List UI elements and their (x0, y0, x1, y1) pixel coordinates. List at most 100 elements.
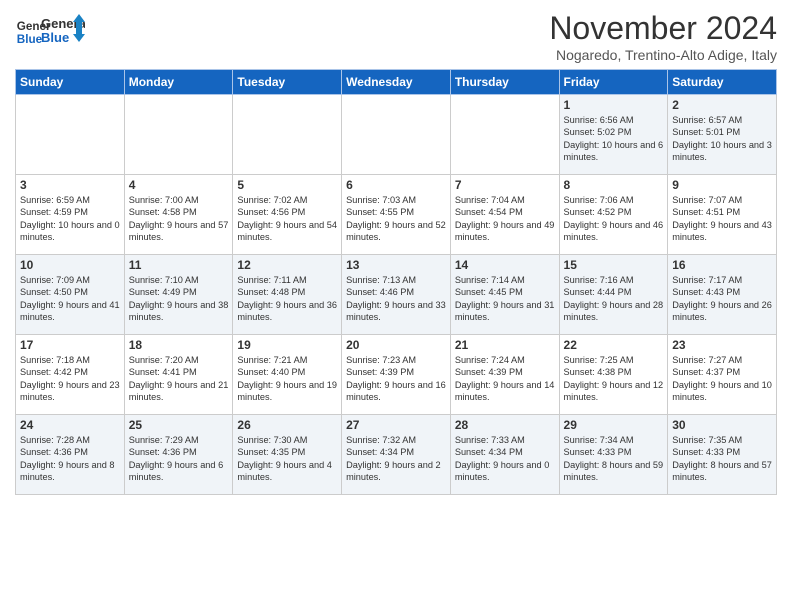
calendar-cell-0-0 (16, 95, 125, 175)
header-saturday: Saturday (668, 70, 777, 95)
logo-graphic: General Blue (41, 10, 85, 54)
day-info: Sunrise: 7:27 AMSunset: 4:37 PMDaylight:… (672, 354, 772, 404)
day-number: 16 (672, 258, 772, 272)
day-info: Sunrise: 7:07 AMSunset: 4:51 PMDaylight:… (672, 194, 772, 244)
day-info: Sunrise: 7:02 AMSunset: 4:56 PMDaylight:… (237, 194, 337, 244)
day-number: 26 (237, 418, 337, 432)
calendar-cell-0-4 (450, 95, 559, 175)
day-info: Sunrise: 7:10 AMSunset: 4:49 PMDaylight:… (129, 274, 229, 324)
header-sunday: Sunday (16, 70, 125, 95)
calendar-header-row: Sunday Monday Tuesday Wednesday Thursday… (16, 70, 777, 95)
calendar-cell-0-2 (233, 95, 342, 175)
calendar-cell-1-3: 6 Sunrise: 7:03 AMSunset: 4:55 PMDaylight… (342, 175, 451, 255)
day-info: Sunrise: 7:03 AMSunset: 4:55 PMDaylight:… (346, 194, 446, 244)
calendar-cell-1-6: 9 Sunrise: 7:07 AMSunset: 4:51 PMDaylight… (668, 175, 777, 255)
day-number: 12 (237, 258, 337, 272)
calendar-cell-3-2: 19 Sunrise: 7:21 AMSunset: 4:40 PMDayligh… (233, 335, 342, 415)
calendar-body: 1 Sunrise: 6:56 AMSunset: 5:02 PMDaylight… (16, 95, 777, 495)
header-monday: Monday (124, 70, 233, 95)
calendar-cell-2-6: 16 Sunrise: 7:17 AMSunset: 4:43 PMDayligh… (668, 255, 777, 335)
day-info: Sunrise: 7:06 AMSunset: 4:52 PMDaylight:… (564, 194, 664, 244)
day-info: Sunrise: 7:14 AMSunset: 4:45 PMDaylight:… (455, 274, 555, 324)
day-info: Sunrise: 7:32 AMSunset: 4:34 PMDaylight:… (346, 434, 446, 484)
day-info: Sunrise: 7:35 AMSunset: 4:33 PMDaylight:… (672, 434, 772, 484)
calendar-cell-4-0: 24Sunrise: 7:28 AMSunset: 4:36 PMDayligh… (16, 415, 125, 495)
day-number: 30 (672, 418, 772, 432)
header-thursday: Thursday (450, 70, 559, 95)
header: General Blue General Blue November 2024 … (15, 10, 777, 63)
month-title: November 2024 (549, 10, 777, 47)
header-friday: Friday (559, 70, 668, 95)
day-number: 19 (237, 338, 337, 352)
day-number: 23 (672, 338, 772, 352)
calendar-cell-2-4: 14Sunrise: 7:14 AMSunset: 4:45 PMDayligh… (450, 255, 559, 335)
calendar-table: Sunday Monday Tuesday Wednesday Thursday… (15, 69, 777, 495)
calendar-cell-2-3: 13Sunrise: 7:13 AMSunset: 4:46 PMDayligh… (342, 255, 451, 335)
day-number: 5 (237, 178, 337, 192)
day-number: 4 (129, 178, 229, 192)
calendar-cell-4-4: 28Sunrise: 7:33 AMSunset: 4:34 PMDayligh… (450, 415, 559, 495)
calendar-week-2: 10Sunrise: 7:09 AMSunset: 4:50 PMDayligh… (16, 255, 777, 335)
day-info: Sunrise: 6:59 AMSunset: 4:59 PMDaylight:… (20, 194, 120, 244)
day-info: Sunrise: 7:24 AMSunset: 4:39 PMDaylight:… (455, 354, 555, 404)
day-number: 21 (455, 338, 555, 352)
calendar-week-0: 1 Sunrise: 6:56 AMSunset: 5:02 PMDaylight… (16, 95, 777, 175)
day-number: 20 (346, 338, 446, 352)
day-info: Sunrise: 7:04 AMSunset: 4:54 PMDaylight:… (455, 194, 555, 244)
day-number: 6 (346, 178, 446, 192)
calendar-cell-1-2: 5 Sunrise: 7:02 AMSunset: 4:56 PMDaylight… (233, 175, 342, 255)
calendar-cell-2-1: 11Sunrise: 7:10 AMSunset: 4:49 PMDayligh… (124, 255, 233, 335)
day-number: 29 (564, 418, 664, 432)
day-info: Sunrise: 7:30 AMSunset: 4:35 PMDaylight:… (237, 434, 337, 484)
calendar-cell-0-3 (342, 95, 451, 175)
calendar-cell-1-5: 8 Sunrise: 7:06 AMSunset: 4:52 PMDaylight… (559, 175, 668, 255)
day-number: 7 (455, 178, 555, 192)
day-info: Sunrise: 7:00 AMSunset: 4:58 PMDaylight:… (129, 194, 229, 244)
day-info: Sunrise: 7:25 AMSunset: 4:38 PMDaylight:… (564, 354, 664, 404)
calendar-cell-4-2: 26 Sunrise: 7:30 AMSunset: 4:35 PMDayligh… (233, 415, 342, 495)
day-number: 10 (20, 258, 120, 272)
day-number: 17 (20, 338, 120, 352)
calendar-week-4: 24Sunrise: 7:28 AMSunset: 4:36 PMDayligh… (16, 415, 777, 495)
day-info: Sunrise: 7:21 AMSunset: 4:40 PMDaylight:… (237, 354, 337, 404)
day-info: Sunrise: 7:17 AMSunset: 4:43 PMDaylight:… (672, 274, 772, 324)
day-number: 22 (564, 338, 664, 352)
calendar-cell-4-1: 25 Sunrise: 7:29 AMSunset: 4:36 PMDayligh… (124, 415, 233, 495)
header-wednesday: Wednesday (342, 70, 451, 95)
day-info: Sunrise: 7:18 AMSunset: 4:42 PMDaylight:… (20, 354, 120, 404)
day-number: 3 (20, 178, 120, 192)
calendar-cell-3-4: 21 Sunrise: 7:24 AMSunset: 4:39 PMDayligh… (450, 335, 559, 415)
calendar-cell-3-3: 20Sunrise: 7:23 AMSunset: 4:39 PMDayligh… (342, 335, 451, 415)
calendar-cell-2-5: 15Sunrise: 7:16 AMSunset: 4:44 PMDayligh… (559, 255, 668, 335)
calendar-cell-3-1: 18Sunrise: 7:20 AMSunset: 4:41 PMDayligh… (124, 335, 233, 415)
calendar-week-3: 17 Sunrise: 7:18 AMSunset: 4:42 PMDayligh… (16, 335, 777, 415)
header-tuesday: Tuesday (233, 70, 342, 95)
calendar-cell-1-4: 7 Sunrise: 7:04 AMSunset: 4:54 PMDaylight… (450, 175, 559, 255)
day-info: Sunrise: 7:33 AMSunset: 4:34 PMDaylight:… (455, 434, 555, 484)
calendar-cell-4-5: 29 Sunrise: 7:34 AMSunset: 4:33 PMDayligh… (559, 415, 668, 495)
title-block: November 2024 Nogaredo, Trentino-Alto Ad… (549, 10, 777, 63)
day-info: Sunrise: 7:16 AMSunset: 4:44 PMDaylight:… (564, 274, 664, 324)
day-info: Sunrise: 7:13 AMSunset: 4:46 PMDaylight:… (346, 274, 446, 324)
day-info: Sunrise: 6:57 AMSunset: 5:01 PMDaylight:… (672, 114, 772, 164)
calendar-cell-0-1 (124, 95, 233, 175)
calendar-cell-2-0: 10Sunrise: 7:09 AMSunset: 4:50 PMDayligh… (16, 255, 125, 335)
calendar-cell-1-1: 4 Sunrise: 7:00 AMSunset: 4:58 PMDaylight… (124, 175, 233, 255)
calendar-cell-4-6: 30 Sunrise: 7:35 AMSunset: 4:33 PMDayligh… (668, 415, 777, 495)
calendar-cell-3-6: 23 Sunrise: 7:27 AMSunset: 4:37 PMDayligh… (668, 335, 777, 415)
day-number: 25 (129, 418, 229, 432)
day-number: 8 (564, 178, 664, 192)
day-info: Sunrise: 7:20 AMSunset: 4:41 PMDaylight:… (129, 354, 229, 404)
calendar-cell-3-5: 22 Sunrise: 7:25 AMSunset: 4:38 PMDayligh… (559, 335, 668, 415)
calendar-cell-2-2: 12Sunrise: 7:11 AMSunset: 4:48 PMDayligh… (233, 255, 342, 335)
day-info: Sunrise: 7:29 AMSunset: 4:36 PMDaylight:… (129, 434, 229, 484)
logo: General Blue General Blue (15, 10, 85, 54)
day-info: Sunrise: 7:34 AMSunset: 4:33 PMDaylight:… (564, 434, 664, 484)
calendar-cell-3-0: 17 Sunrise: 7:18 AMSunset: 4:42 PMDayligh… (16, 335, 125, 415)
day-info: Sunrise: 6:56 AMSunset: 5:02 PMDaylight:… (564, 114, 664, 164)
day-number: 24 (20, 418, 120, 432)
day-number: 9 (672, 178, 772, 192)
calendar-week-1: 3 Sunrise: 6:59 AMSunset: 4:59 PMDaylight… (16, 175, 777, 255)
day-number: 1 (564, 98, 664, 112)
calendar-cell-1-0: 3 Sunrise: 6:59 AMSunset: 4:59 PMDaylight… (16, 175, 125, 255)
